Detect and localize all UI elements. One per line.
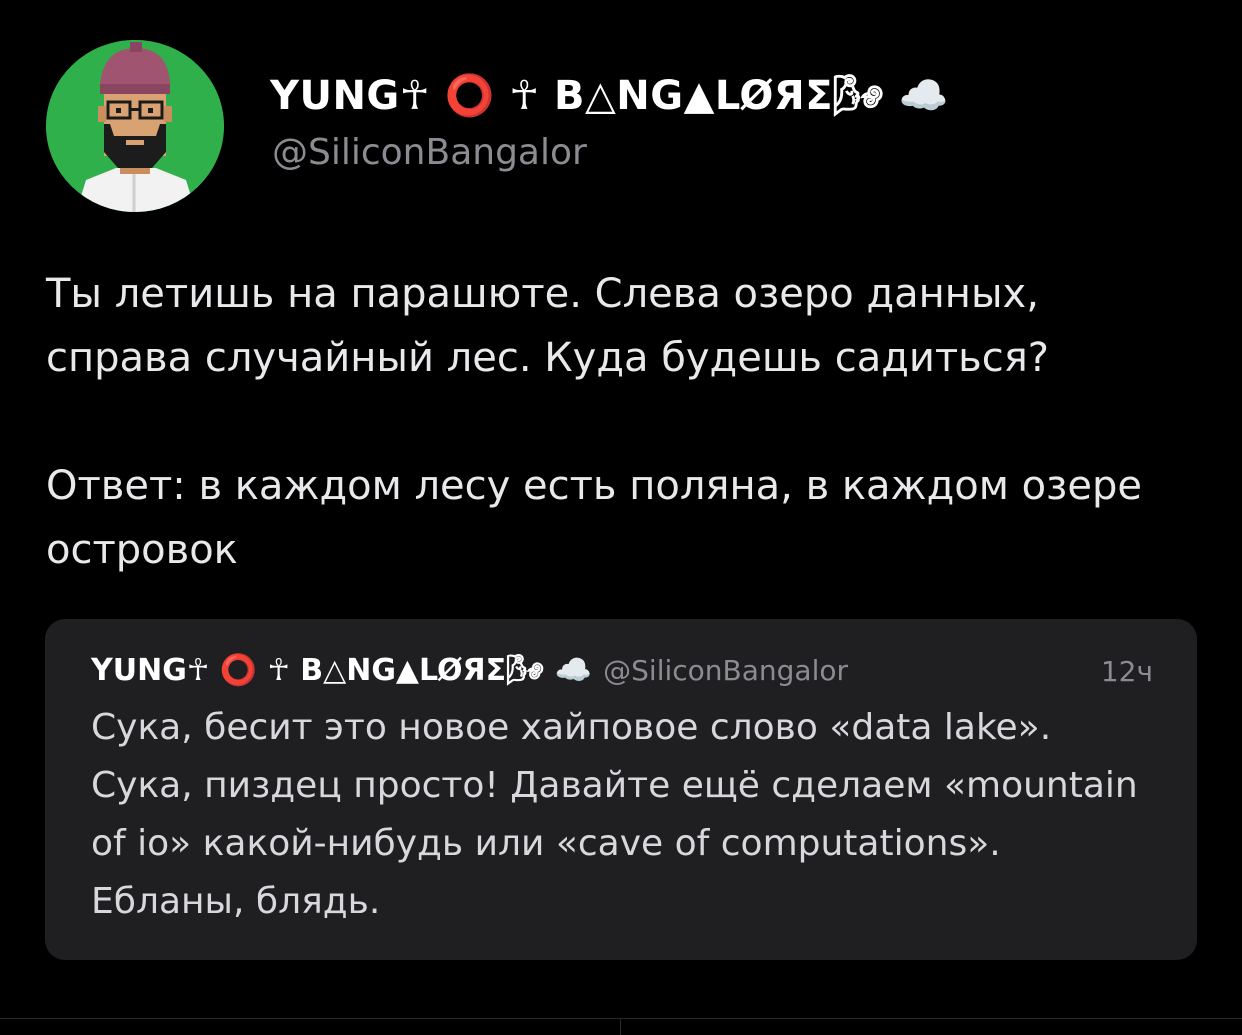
- tweet-paragraph: Ты летишь на парашюте. Слева озеро данны…: [46, 271, 1050, 381]
- divider: [620, 1018, 621, 1035]
- quoted-author-handle: @SiliconBangalor: [603, 654, 848, 687]
- tweet-body: Ты летишь на парашюте. Слева озеро данны…: [46, 262, 1196, 582]
- quoted-tweet-header: YUNG☥ ⭕ ☥ B△NG▲LØЯΣ🌬 ☁️ @SiliconBangalor…: [91, 653, 1157, 693]
- quoted-tweet-timestamp: 12ч: [1100, 655, 1153, 688]
- author-display-name[interactable]: YUNG☥ ⭕ ☥ B△NG▲LØЯΣ🌬 ☁️: [270, 72, 949, 119]
- author-handle[interactable]: @SiliconBangalor: [272, 132, 587, 173]
- quoted-tweet-text: Сука, бесит это новое хайповое слово «da…: [91, 707, 1138, 922]
- tweet-paragraph: Ответ: в каждом лесу есть поляна, в кажд…: [46, 463, 1142, 573]
- quoted-tweet-card[interactable]: YUNG☥ ⭕ ☥ B△NG▲LØЯΣ🌬 ☁️ @SiliconBangalor…: [45, 619, 1197, 960]
- quoted-author-display-name: YUNG☥ ⭕ ☥ B△NG▲LØЯΣ🌬 ☁️: [91, 653, 593, 688]
- pixel-art-bearded-man-avatar-icon: [46, 40, 224, 212]
- divider: [0, 1018, 1242, 1019]
- avatar[interactable]: [46, 40, 224, 212]
